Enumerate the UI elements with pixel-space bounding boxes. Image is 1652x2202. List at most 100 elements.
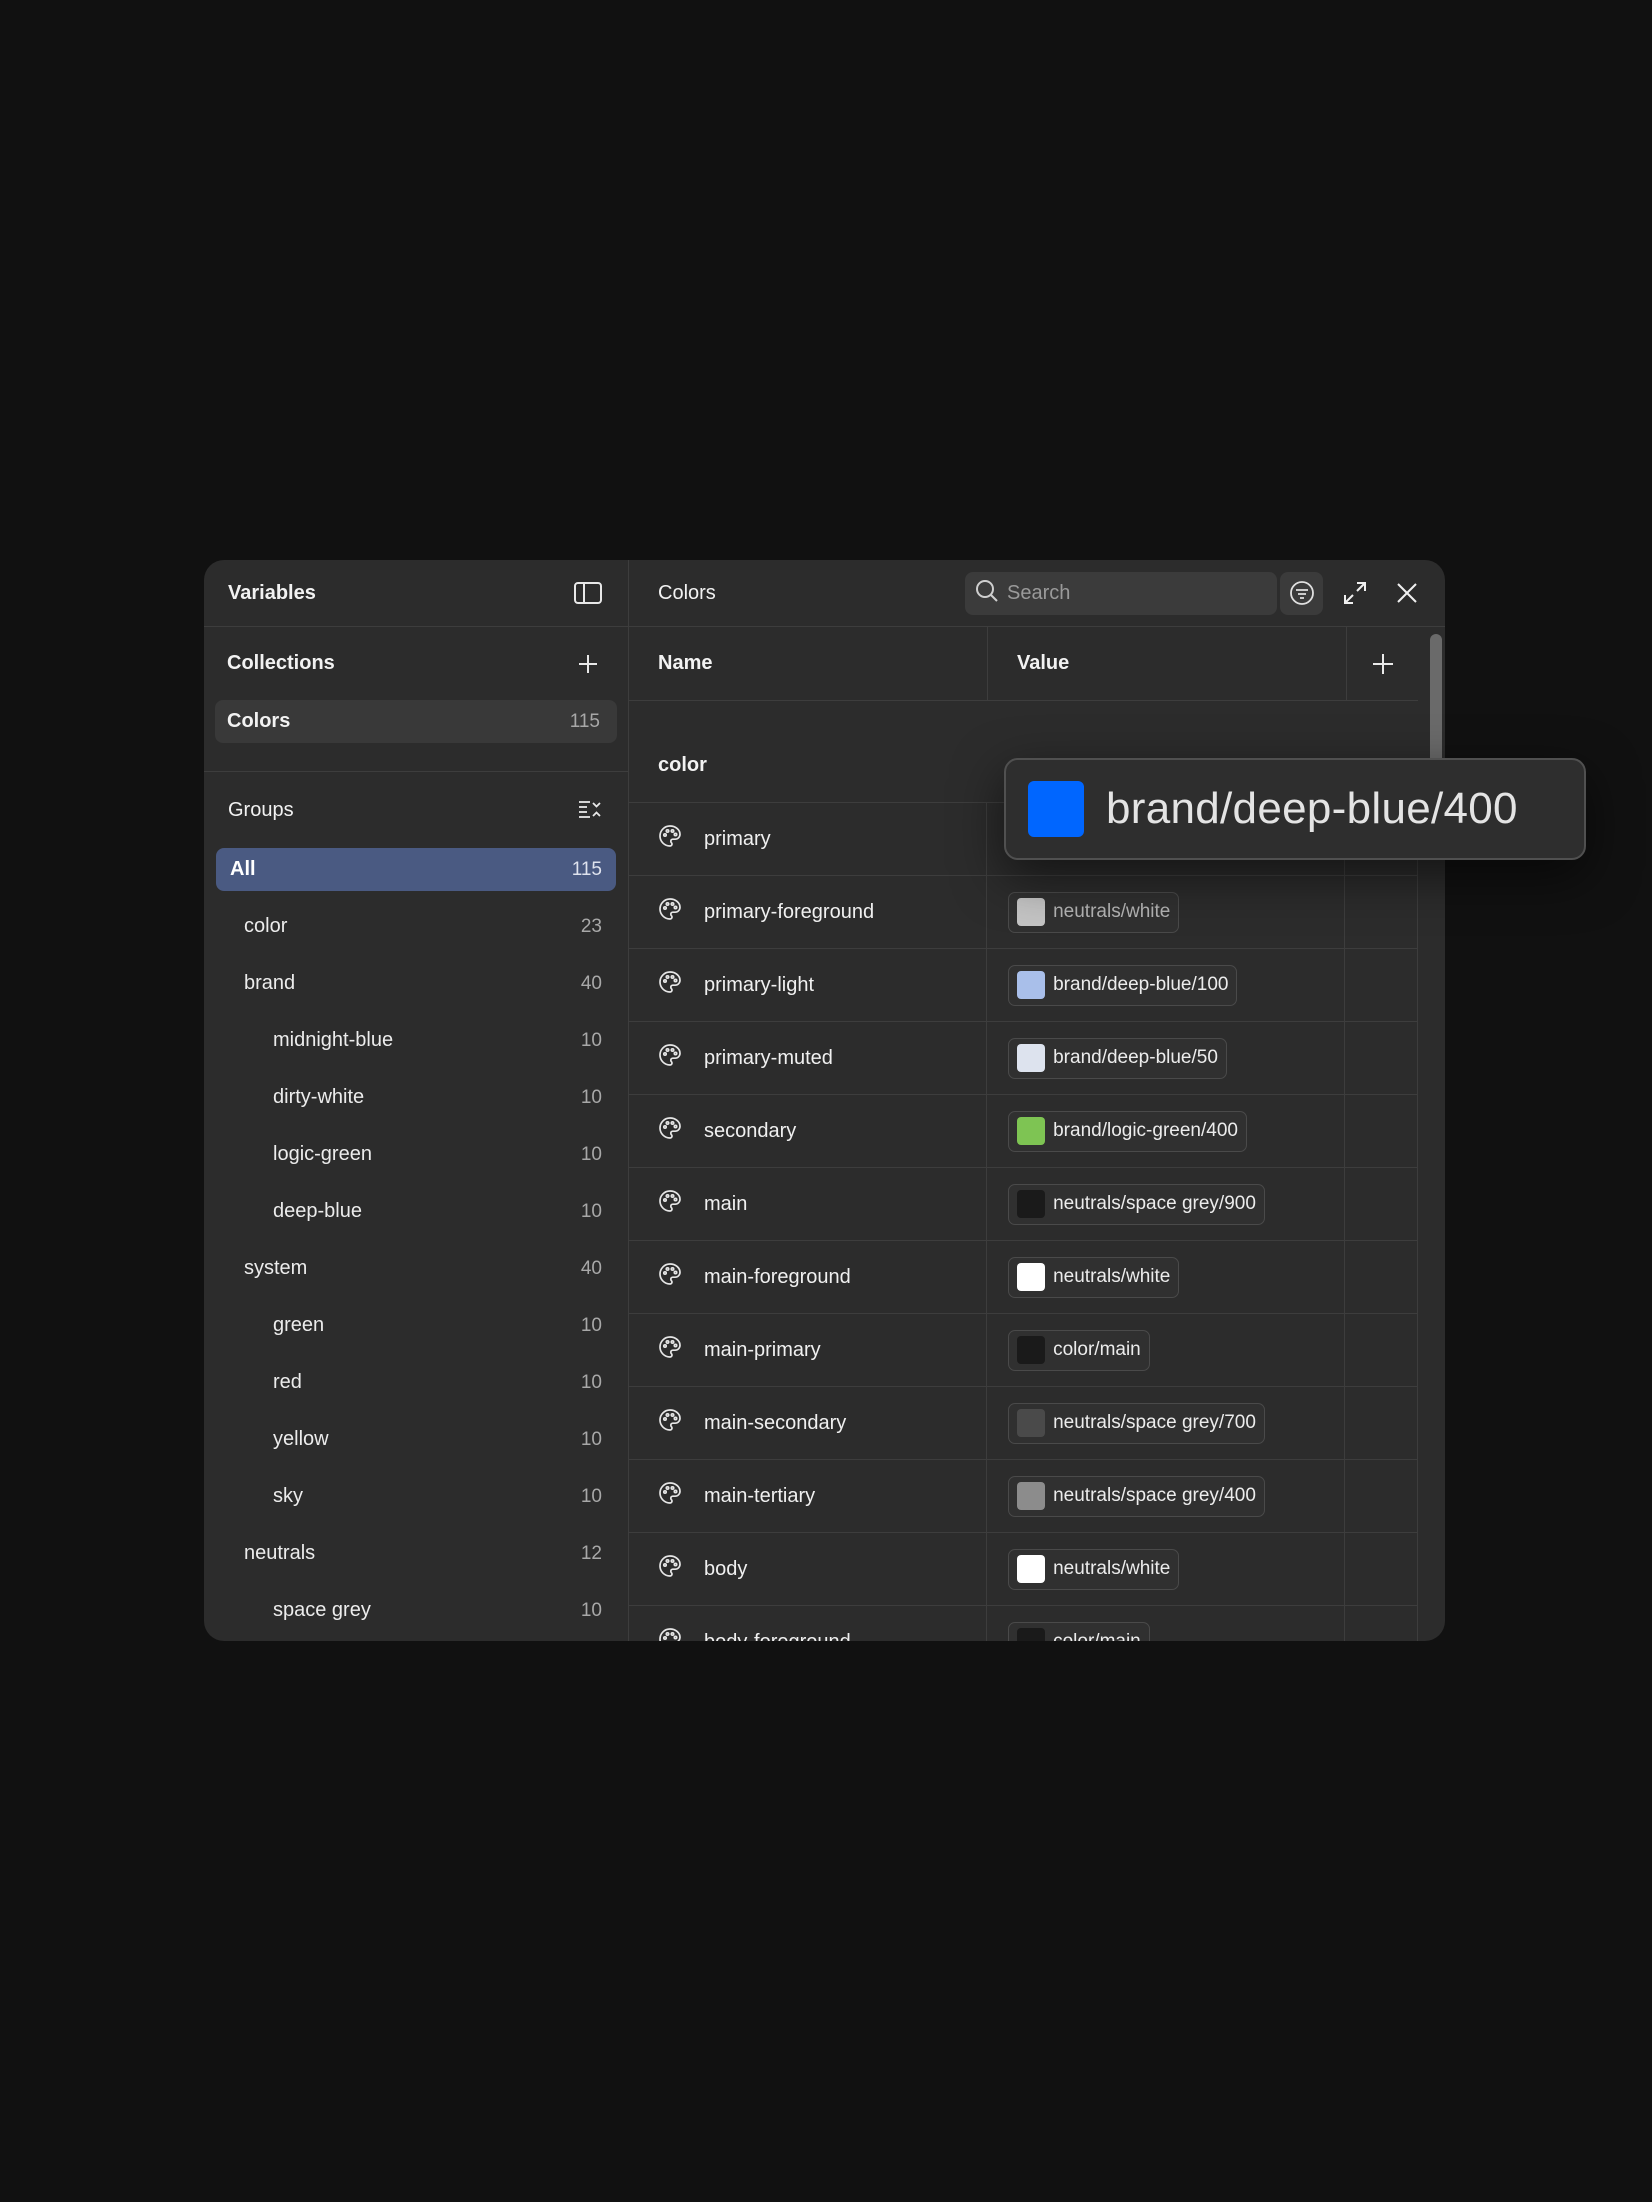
toggle-sidebar-icon[interactable] [572, 577, 604, 609]
table-row[interactable]: secondary brand/logic-green/400 [629, 1095, 1419, 1168]
group-count: 40 [580, 1257, 602, 1279]
variable-name-cell[interactable]: main-primary [629, 1314, 988, 1386]
value-text: neutrals/white [1053, 1266, 1171, 1287]
palette-icon [658, 1043, 682, 1073]
variable-name-cell[interactable]: primary-muted [629, 1022, 988, 1094]
empty-cell [1345, 1387, 1419, 1459]
group-count: 40 [580, 972, 602, 994]
variable-value-cell[interactable]: neutrals/white [987, 1533, 1346, 1605]
value-chip[interactable]: neutrals/white [1008, 1256, 1180, 1298]
group-label: midnight-blue [273, 1029, 394, 1051]
group-count: 10 [580, 1485, 602, 1507]
value-chip[interactable]: color/main [1008, 1329, 1150, 1371]
variable-name-cell[interactable]: secondary [629, 1095, 988, 1167]
variable-value-cell[interactable]: neutrals/white [987, 1241, 1346, 1313]
variable-value-cell[interactable]: neutrals/space grey/700 [987, 1387, 1346, 1459]
table-row[interactable]: main neutrals/space grey/900 [629, 1168, 1419, 1241]
value-chip[interactable]: neutrals/white [1008, 891, 1180, 933]
group-item-color[interactable]: color 23 [216, 898, 616, 955]
value-chip[interactable]: color/main [1008, 1621, 1150, 1641]
group-count: 10 [580, 1143, 602, 1165]
group-item-system[interactable]: system 40 [216, 1240, 616, 1297]
group-label: neutrals [244, 1542, 316, 1564]
variable-value-cell[interactable]: neutrals/white [987, 876, 1346, 948]
table-row[interactable]: main-foreground neutrals/white [629, 1241, 1419, 1314]
variable-value-cell[interactable]: neutrals/space grey/400 [987, 1460, 1346, 1532]
color-swatch [1017, 1482, 1046, 1510]
value-chip[interactable]: neutrals/white [1008, 1548, 1180, 1590]
group-item-yellow[interactable]: yellow 10 [216, 1411, 616, 1468]
empty-cell [1345, 1168, 1419, 1240]
table-row[interactable]: main-primary color/main [629, 1314, 1419, 1387]
sidebar-header: Variables [204, 560, 628, 627]
variable-value-cell[interactable]: neutrals/space grey/900 [987, 1168, 1346, 1240]
value-chip[interactable]: brand/logic-green/400 [1008, 1110, 1247, 1152]
variable-name-cell[interactable]: body [629, 1533, 988, 1605]
value-chip[interactable]: neutrals/space grey/700 [1008, 1402, 1265, 1444]
search-box[interactable] [965, 571, 1277, 615]
variable-name-cell[interactable]: body-foreground [629, 1606, 988, 1642]
table-row[interactable]: body neutrals/white [629, 1533, 1419, 1606]
column-header-value[interactable]: Value [988, 627, 1347, 700]
filter-icon[interactable] [1280, 571, 1323, 615]
empty-cell [1345, 1314, 1419, 1386]
table-row[interactable]: primary-foreground neutrals/white [629, 876, 1419, 949]
variable-value-cell[interactable]: brand/deep-blue/50 [987, 1022, 1346, 1094]
group-item-midnight-blue[interactable]: midnight-blue 10 [216, 1012, 616, 1069]
group-count: 10 [580, 1428, 602, 1450]
group-item-brand[interactable]: brand 40 [216, 955, 616, 1012]
search-input[interactable] [1007, 581, 1257, 605]
group-item-deep-blue[interactable]: deep-blue 10 [216, 1183, 616, 1240]
table-body: primary primary-foreground neutrals/white p… [629, 803, 1419, 1642]
group-item-neutrals[interactable]: neutrals 12 [216, 1525, 616, 1582]
group-count: 23 [580, 915, 602, 937]
value-chip[interactable]: neutrals/space grey/400 [1008, 1475, 1265, 1517]
close-icon[interactable] [1387, 573, 1427, 613]
group-count: 10 [580, 1029, 602, 1051]
variable-name: main [704, 1192, 748, 1215]
variable-name: body-foreground [704, 1631, 851, 1642]
value-text: brand/deep-blue/100 [1053, 974, 1229, 995]
variable-name: body [704, 1557, 748, 1580]
value-chip[interactable]: neutrals/space grey/900 [1008, 1183, 1265, 1225]
group-item-dirty-white[interactable]: dirty-white 10 [216, 1069, 616, 1126]
add-collection-plus-icon[interactable] [572, 648, 604, 680]
color-swatch [1017, 1044, 1046, 1072]
table-row[interactable]: main-tertiary neutrals/space grey/400 [629, 1460, 1419, 1533]
table-row[interactable]: primary-light brand/deep-blue/100 [629, 949, 1419, 1022]
column-header-name[interactable]: Name [629, 627, 988, 700]
variable-value-cell[interactable]: color/main [987, 1314, 1346, 1386]
group-item-space-grey[interactable]: space grey 10 [216, 1582, 616, 1639]
add-column-plus-icon[interactable] [1347, 627, 1418, 700]
group-item-green[interactable]: green 10 [216, 1297, 616, 1354]
variable-value-cell[interactable]: brand/deep-blue/100 [987, 949, 1346, 1021]
variable-name-cell[interactable]: primary-light [629, 949, 988, 1021]
variable-name-cell[interactable]: primary [629, 803, 988, 875]
group-item-sky[interactable]: sky 10 [216, 1468, 616, 1525]
main-header: Colors [629, 560, 1445, 627]
group-label: space grey [273, 1599, 371, 1621]
value-chip[interactable]: brand/deep-blue/100 [1008, 964, 1238, 1006]
variable-name-cell[interactable]: main-secondary [629, 1387, 988, 1459]
group-item-logic-green[interactable]: logic-green 10 [216, 1126, 616, 1183]
collapse-groups-icon[interactable] [574, 794, 606, 826]
variable-value-cell[interactable]: brand/logic-green/400 [987, 1095, 1346, 1167]
scrollbar-thumb[interactable] [1430, 634, 1442, 764]
value-chip[interactable]: brand/deep-blue/50 [1008, 1037, 1227, 1079]
variable-name-cell[interactable]: primary-foreground [629, 876, 988, 948]
color-swatch [1017, 1555, 1046, 1583]
table-row[interactable]: primary-muted brand/deep-blue/50 [629, 1022, 1419, 1095]
sidebar: Variables Collections Colors 115 Groups … [204, 560, 629, 1641]
table-row[interactable]: body-foreground color/main [629, 1606, 1419, 1642]
empty-cell [1345, 1022, 1419, 1094]
expand-icon[interactable] [1335, 573, 1375, 613]
group-count: 10 [580, 1200, 602, 1222]
variable-name-cell[interactable]: main [629, 1168, 988, 1240]
table-row[interactable]: main-secondary neutrals/space grey/700 [629, 1387, 1419, 1460]
collection-item-colors[interactable]: Colors 115 [215, 700, 617, 743]
group-item-red[interactable]: red 10 [216, 1354, 616, 1411]
variable-name-cell[interactable]: main-foreground [629, 1241, 988, 1313]
variable-value-cell[interactable]: color/main [987, 1606, 1346, 1641]
group-item-All[interactable]: All 115 [216, 848, 616, 891]
variable-name-cell[interactable]: main-tertiary [629, 1460, 988, 1532]
